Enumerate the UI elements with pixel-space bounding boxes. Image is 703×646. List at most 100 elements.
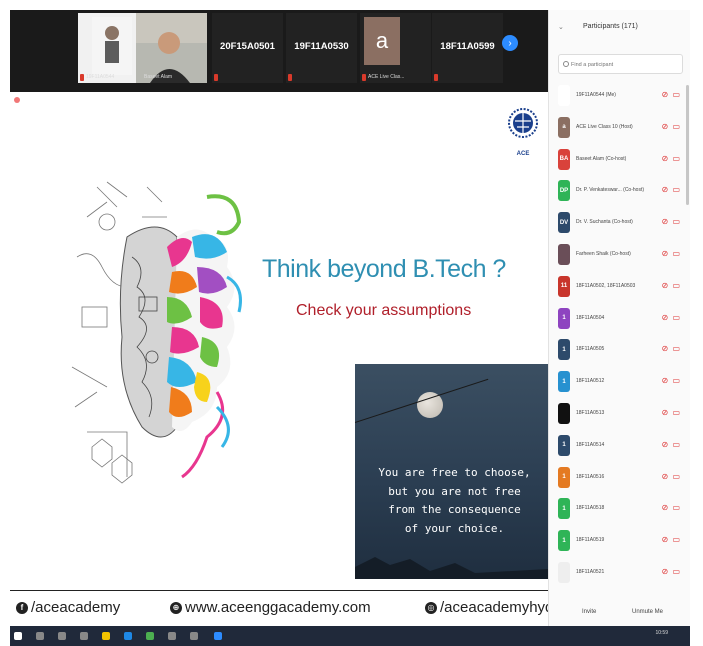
brain-illustration-icon (71, 181, 242, 484)
participant-name: 18F11A0518 (576, 505, 605, 512)
quote-text: You are free to choose, but you are not … (365, 464, 544, 538)
participant-name: Dr. V. Suchanta (Co-host) (576, 219, 633, 226)
unmute-me-button[interactable]: Unmute Me (632, 609, 663, 615)
participant-row[interactable]: 18F11A0521 ⊘ ▭ (549, 557, 691, 588)
app-icon[interactable] (190, 632, 198, 640)
participant-row[interactable]: 1 18F11A0516 ⊘ ▭ (549, 462, 691, 493)
logo-text: ACE (516, 151, 530, 157)
avatar: 1 (558, 466, 570, 488)
mic-video-muted-icon: ⊘ ▭ (661, 121, 681, 131)
tile-name: 19F11A0530 (294, 41, 349, 52)
avatar: 1 (558, 498, 570, 520)
participant-name: 18F11A0504 (576, 314, 605, 321)
avatar: 1 (558, 434, 570, 456)
search-input[interactable] (571, 59, 679, 70)
mic-video-muted-icon: ⊘ ▭ (661, 471, 681, 481)
avatar (558, 403, 570, 424)
participant-row[interactable]: DV Dr. V. Suchanta (Co-host) ⊘ ▭ (549, 207, 691, 238)
moon-icon (417, 392, 443, 418)
avatar: DP (558, 180, 570, 202)
logo: ACE (507, 107, 539, 157)
participant-row[interactable]: 11 18F11A0502, 18F11A0503 ⊘ ▭ (549, 271, 691, 302)
tile-label: 19F11A0544 (86, 74, 115, 80)
search-icon[interactable] (36, 632, 44, 640)
video-tile[interactable]: a ACE Live Clas... (360, 13, 431, 83)
avatar: a (558, 116, 570, 138)
participant-name: 18F11A0512 (576, 378, 605, 385)
instagram-text: /aceacademyhyd (440, 599, 554, 616)
tile-label: Baseet Alam (144, 74, 173, 80)
scrollbar[interactable] (686, 85, 689, 205)
website-text: www.aceenggacademy.com (185, 599, 371, 616)
mic-video-muted-icon: ⊘ ▭ (661, 439, 681, 449)
instagram-icon: ◎ (425, 601, 437, 614)
mic-muted-icon (362, 74, 366, 81)
search-box[interactable] (558, 54, 683, 74)
edge-icon[interactable] (124, 632, 132, 640)
wire-line (355, 378, 489, 423)
website-link: ⊕ www.aceenggacademy.com (170, 599, 371, 616)
participant-name: Baseet Alam (Co-host) (576, 155, 627, 162)
participant-row[interactable]: 1 18F11A0519 ⊘ ▭ (549, 525, 691, 556)
participant-row[interactable]: DP Dr. P. Venkateswar... (Co-host) ⊘ ▭ (549, 175, 691, 206)
avatar: a (364, 17, 400, 65)
next-page-button[interactable]: › (502, 35, 518, 51)
participant-row[interactable]: 1 18F11A0505 ⊘ ▭ (549, 334, 691, 365)
chevron-down-icon[interactable]: ⌄ (558, 23, 564, 31)
participants-panel: ⌄ Participants (171) 19F11A0544 (Me)⊘ ▭a… (548, 10, 690, 626)
mic-video-muted-icon: ⊘ ▭ (661, 280, 681, 290)
footer-divider (10, 590, 548, 591)
video-tile[interactable]: 20F15A0501 (212, 13, 283, 83)
start-icon[interactable] (14, 632, 22, 640)
panel-footer: Invite Unmute Me (549, 606, 691, 622)
facebook-icon: f (16, 601, 28, 614)
mic-video-muted-icon: ⊘ ▭ (661, 567, 681, 576)
ace-logo-icon (508, 108, 538, 138)
avatar (558, 562, 570, 583)
participant-row[interactable]: 1 18F11A0518 ⊘ ▭ (549, 493, 691, 524)
widgets-icon[interactable] (80, 632, 88, 640)
zoom-icon[interactable] (214, 632, 222, 640)
participant-row[interactable]: 1 18F11A0514 ⊘ ▭ (549, 430, 691, 461)
app-icon[interactable] (168, 632, 176, 640)
file-explorer-icon[interactable] (102, 632, 110, 640)
mic-video-muted-icon: ⊘ ▭ (661, 408, 681, 417)
facebook-text: /aceacademy (31, 599, 121, 616)
shared-screen: ACE Think beyond B.Tech ? Check your ass… (10, 92, 553, 625)
video-tile-active-speaker[interactable]: Baseet Alam (136, 13, 207, 83)
participant-row[interactable]: BA Baseet Alam (Co-host) ⊘ ▭ (549, 144, 691, 175)
facebook-handle: f /aceacademy (16, 599, 120, 616)
video-tile[interactable]: 18F11A0599 (432, 13, 503, 83)
instagram-handle: ◎ /aceacademyhyd (425, 599, 553, 616)
taskbar: 10:59 (10, 626, 690, 646)
avatar: 1 (558, 339, 570, 361)
participant-row[interactable]: 1 18F11A0504 ⊘ ▭ (549, 303, 691, 334)
avatar: 1 (558, 307, 570, 329)
video-tile[interactable]: 19F11A0530 (286, 13, 357, 83)
tile-label: ACE Live Clas... (368, 74, 405, 80)
panel-title: Participants (171) (583, 23, 638, 30)
mic-video-muted-icon: ⊘ ▭ (661, 503, 681, 513)
invite-button[interactable]: Invite (582, 609, 596, 615)
avatar: 1 (558, 371, 570, 393)
participant-row[interactable]: 1 18F11A0512 ⊘ ▭ (549, 366, 691, 397)
participant-row[interactable]: 19F11A0544 (Me) ⊘ ▭ (549, 80, 691, 111)
participant-row[interactable]: a ACE Live Class 10 (Host) ⊘ ▭ (549, 112, 691, 143)
participant-row[interactable]: Farheen Shaik (Co-host) ⊘ ▭ (549, 239, 691, 270)
tile-name: 18F11A0599 (440, 41, 495, 52)
participant-row[interactable]: 18F11A0513 ⊘ ▭ (549, 398, 691, 429)
avatar (558, 85, 570, 106)
clock: 10:59 (655, 630, 668, 636)
chrome-icon[interactable] (146, 632, 154, 640)
globe-icon: ⊕ (170, 601, 182, 614)
participant-name: 18F11A0521 (576, 569, 605, 575)
quote-line: You are free to choose, (378, 466, 531, 479)
task-view-icon[interactable] (58, 632, 66, 640)
participant-name: 18F11A0519 (576, 537, 605, 544)
quote-line: but you are not free (388, 484, 521, 498)
avatar: 1 (558, 530, 570, 552)
participant-name: 18F11A0513 (576, 410, 605, 416)
mic-muted-icon (288, 74, 292, 81)
mic-video-muted-icon: ⊘ ▭ (661, 376, 681, 386)
participant-name: 18F11A0502, 18F11A0503 (576, 282, 636, 289)
